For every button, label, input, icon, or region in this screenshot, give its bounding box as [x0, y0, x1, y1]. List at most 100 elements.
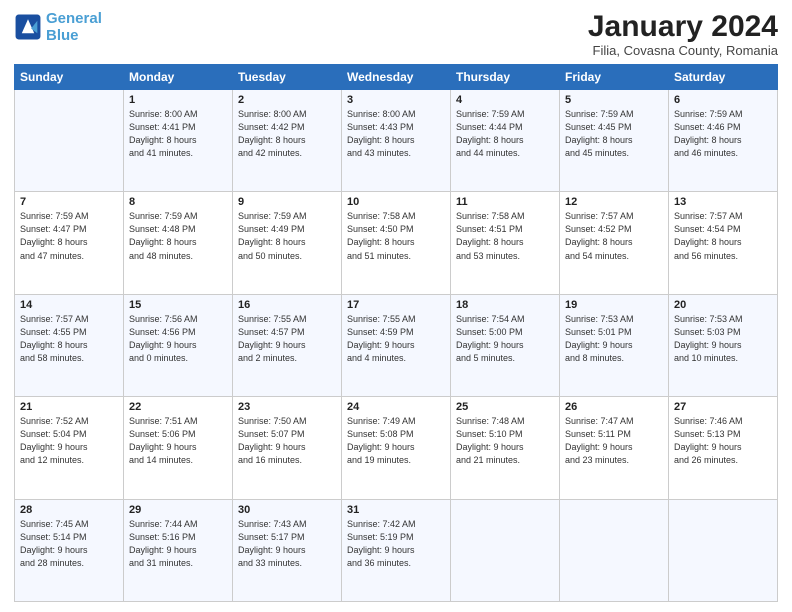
day-info: Sunrise: 8:00 AM Sunset: 4:43 PM Dayligh…	[347, 108, 445, 160]
day-info: Sunrise: 7:58 AM Sunset: 4:50 PM Dayligh…	[347, 210, 445, 262]
calendar-cell: 30Sunrise: 7:43 AM Sunset: 5:17 PM Dayli…	[233, 499, 342, 601]
day-info: Sunrise: 7:53 AM Sunset: 5:01 PM Dayligh…	[565, 313, 663, 365]
day-info: Sunrise: 7:59 AM Sunset: 4:48 PM Dayligh…	[129, 210, 227, 262]
day-number: 29	[129, 504, 227, 516]
calendar-cell	[451, 499, 560, 601]
day-number: 14	[20, 299, 118, 311]
header-thursday: Thursday	[451, 65, 560, 90]
calendar-week-row: 7Sunrise: 7:59 AM Sunset: 4:47 PM Daylig…	[15, 192, 778, 294]
page-header: General Blue January 2024 Filia, Covasna…	[14, 10, 778, 58]
calendar-cell: 17 Sunrise: 7:55 AM Sunset: 4:59 PM Dayli…	[342, 294, 451, 396]
day-info: Sunrise: 7:57 AM Sunset: 4:52 PM Dayligh…	[565, 210, 663, 262]
day-number: 5	[565, 94, 663, 106]
calendar-cell: 26 Sunrise: 7:47 AM Sunset: 5:11 PM Dayli…	[560, 397, 669, 499]
day-info: Sunrise: 7:52 AM Sunset: 5:04 PM Dayligh…	[20, 415, 118, 467]
calendar-cell: 13 Sunrise: 7:57 AM Sunset: 4:54 PM Dayli…	[669, 192, 778, 294]
day-info: Sunrise: 7:45 AM Sunset: 5:14 PM Dayligh…	[20, 518, 118, 570]
calendar-cell: 3 Sunrise: 8:00 AM Sunset: 4:43 PM Daylig…	[342, 90, 451, 192]
calendar-cell: 24 Sunrise: 7:49 AM Sunset: 5:08 PM Dayli…	[342, 397, 451, 499]
day-number: 20	[674, 299, 772, 311]
calendar-cell: 8 Sunrise: 7:59 AM Sunset: 4:48 PM Daylig…	[124, 192, 233, 294]
day-info: Sunrise: 7:57 AM Sunset: 4:54 PM Dayligh…	[674, 210, 772, 262]
day-info: Sunrise: 7:44 AM Sunset: 5:16 PM Dayligh…	[129, 518, 227, 570]
day-info: Sunrise: 7:42 AM Sunset: 5:19 PM Dayligh…	[347, 518, 445, 570]
calendar-week-row: 1 Sunrise: 8:00 AM Sunset: 4:41 PM Daylig…	[15, 90, 778, 192]
day-info: Sunrise: 7:55 AM Sunset: 4:57 PM Dayligh…	[238, 313, 336, 365]
day-number: 30	[238, 504, 336, 516]
calendar-cell	[560, 499, 669, 601]
calendar-cell: 4 Sunrise: 7:59 AM Sunset: 4:44 PM Daylig…	[451, 90, 560, 192]
day-number: 4	[456, 94, 554, 106]
day-number: 23	[238, 401, 336, 413]
day-info: Sunrise: 7:59 AM Sunset: 4:47 PM Dayligh…	[20, 210, 118, 262]
calendar-cell: 23 Sunrise: 7:50 AM Sunset: 5:07 PM Dayli…	[233, 397, 342, 499]
calendar-cell	[15, 90, 124, 192]
day-number: 9	[238, 196, 336, 208]
header-monday: Monday	[124, 65, 233, 90]
day-info: Sunrise: 7:59 AM Sunset: 4:44 PM Dayligh…	[456, 108, 554, 160]
calendar-cell: 1 Sunrise: 8:00 AM Sunset: 4:41 PM Daylig…	[124, 90, 233, 192]
header-saturday: Saturday	[669, 65, 778, 90]
calendar-cell: 12 Sunrise: 7:57 AM Sunset: 4:52 PM Dayli…	[560, 192, 669, 294]
day-info: Sunrise: 7:57 AM Sunset: 4:55 PM Dayligh…	[20, 313, 118, 365]
day-number: 18	[456, 299, 554, 311]
calendar-table: Sunday Monday Tuesday Wednesday Thursday…	[14, 64, 778, 602]
day-info: Sunrise: 7:46 AM Sunset: 5:13 PM Dayligh…	[674, 415, 772, 467]
day-number: 3	[347, 94, 445, 106]
calendar-cell: 31 Sunrise: 7:42 AM Sunset: 5:19 PM Dayli…	[342, 499, 451, 601]
header-sunday: Sunday	[15, 65, 124, 90]
calendar-cell: 25 Sunrise: 7:48 AM Sunset: 5:10 PM Dayli…	[451, 397, 560, 499]
day-number: 31	[347, 504, 445, 516]
day-info: Sunrise: 7:47 AM Sunset: 5:11 PM Dayligh…	[565, 415, 663, 467]
day-number: 12	[565, 196, 663, 208]
day-number: 10	[347, 196, 445, 208]
day-number: 8	[129, 196, 227, 208]
calendar-cell: 10 Sunrise: 7:58 AM Sunset: 4:50 PM Dayli…	[342, 192, 451, 294]
day-info: Sunrise: 7:59 AM Sunset: 4:45 PM Dayligh…	[565, 108, 663, 160]
calendar-cell: 15Sunrise: 7:56 AM Sunset: 4:56 PM Dayli…	[124, 294, 233, 396]
calendar-cell: 28 Sunrise: 7:45 AM Sunset: 5:14 PM Dayli…	[15, 499, 124, 601]
calendar-cell: 18Sunrise: 7:54 AM Sunset: 5:00 PM Dayli…	[451, 294, 560, 396]
day-info: Sunrise: 7:51 AM Sunset: 5:06 PM Dayligh…	[129, 415, 227, 467]
day-number: 11	[456, 196, 554, 208]
calendar-cell: 14 Sunrise: 7:57 AM Sunset: 4:55 PM Dayli…	[15, 294, 124, 396]
day-number: 24	[347, 401, 445, 413]
calendar-cell: 21 Sunrise: 7:52 AM Sunset: 5:04 PM Dayli…	[15, 397, 124, 499]
day-number: 1	[129, 94, 227, 106]
day-info: Sunrise: 8:00 AM Sunset: 4:41 PM Dayligh…	[129, 108, 227, 160]
calendar-week-row: 14 Sunrise: 7:57 AM Sunset: 4:55 PM Dayli…	[15, 294, 778, 396]
day-number: 16	[238, 299, 336, 311]
calendar-cell: 9 Sunrise: 7:59 AM Sunset: 4:49 PM Daylig…	[233, 192, 342, 294]
calendar-week-row: 21 Sunrise: 7:52 AM Sunset: 5:04 PM Dayli…	[15, 397, 778, 499]
calendar-cell: 7Sunrise: 7:59 AM Sunset: 4:47 PM Daylig…	[15, 192, 124, 294]
day-info: Sunrise: 7:48 AM Sunset: 5:10 PM Dayligh…	[456, 415, 554, 467]
day-number: 21	[20, 401, 118, 413]
day-info: Sunrise: 8:00 AM Sunset: 4:42 PM Dayligh…	[238, 108, 336, 160]
day-info: Sunrise: 7:58 AM Sunset: 4:51 PM Dayligh…	[456, 210, 554, 262]
day-number: 27	[674, 401, 772, 413]
day-number: 26	[565, 401, 663, 413]
calendar-cell	[669, 499, 778, 601]
calendar-cell: 5 Sunrise: 7:59 AM Sunset: 4:45 PM Daylig…	[560, 90, 669, 192]
day-number: 17	[347, 299, 445, 311]
day-number: 22	[129, 401, 227, 413]
day-number: 6	[674, 94, 772, 106]
day-info: Sunrise: 7:53 AM Sunset: 5:03 PM Dayligh…	[674, 313, 772, 365]
header-friday: Friday	[560, 65, 669, 90]
day-number: 28	[20, 504, 118, 516]
calendar-cell: 19Sunrise: 7:53 AM Sunset: 5:01 PM Dayli…	[560, 294, 669, 396]
day-number: 15	[129, 299, 227, 311]
day-number: 2	[238, 94, 336, 106]
calendar-cell: 27 Sunrise: 7:46 AM Sunset: 5:13 PM Dayli…	[669, 397, 778, 499]
day-info: Sunrise: 7:49 AM Sunset: 5:08 PM Dayligh…	[347, 415, 445, 467]
day-info: Sunrise: 7:50 AM Sunset: 5:07 PM Dayligh…	[238, 415, 336, 467]
day-info: Sunrise: 7:59 AM Sunset: 4:49 PM Dayligh…	[238, 210, 336, 262]
calendar-cell: 20 Sunrise: 7:53 AM Sunset: 5:03 PM Dayli…	[669, 294, 778, 396]
calendar-week-row: 28 Sunrise: 7:45 AM Sunset: 5:14 PM Dayli…	[15, 499, 778, 601]
day-number: 25	[456, 401, 554, 413]
header-tuesday: Tuesday	[233, 65, 342, 90]
calendar-cell: 2 Sunrise: 8:00 AM Sunset: 4:42 PM Daylig…	[233, 90, 342, 192]
day-number: 13	[674, 196, 772, 208]
day-info: Sunrise: 7:59 AM Sunset: 4:46 PM Dayligh…	[674, 108, 772, 160]
day-info: Sunrise: 7:55 AM Sunset: 4:59 PM Dayligh…	[347, 313, 445, 365]
